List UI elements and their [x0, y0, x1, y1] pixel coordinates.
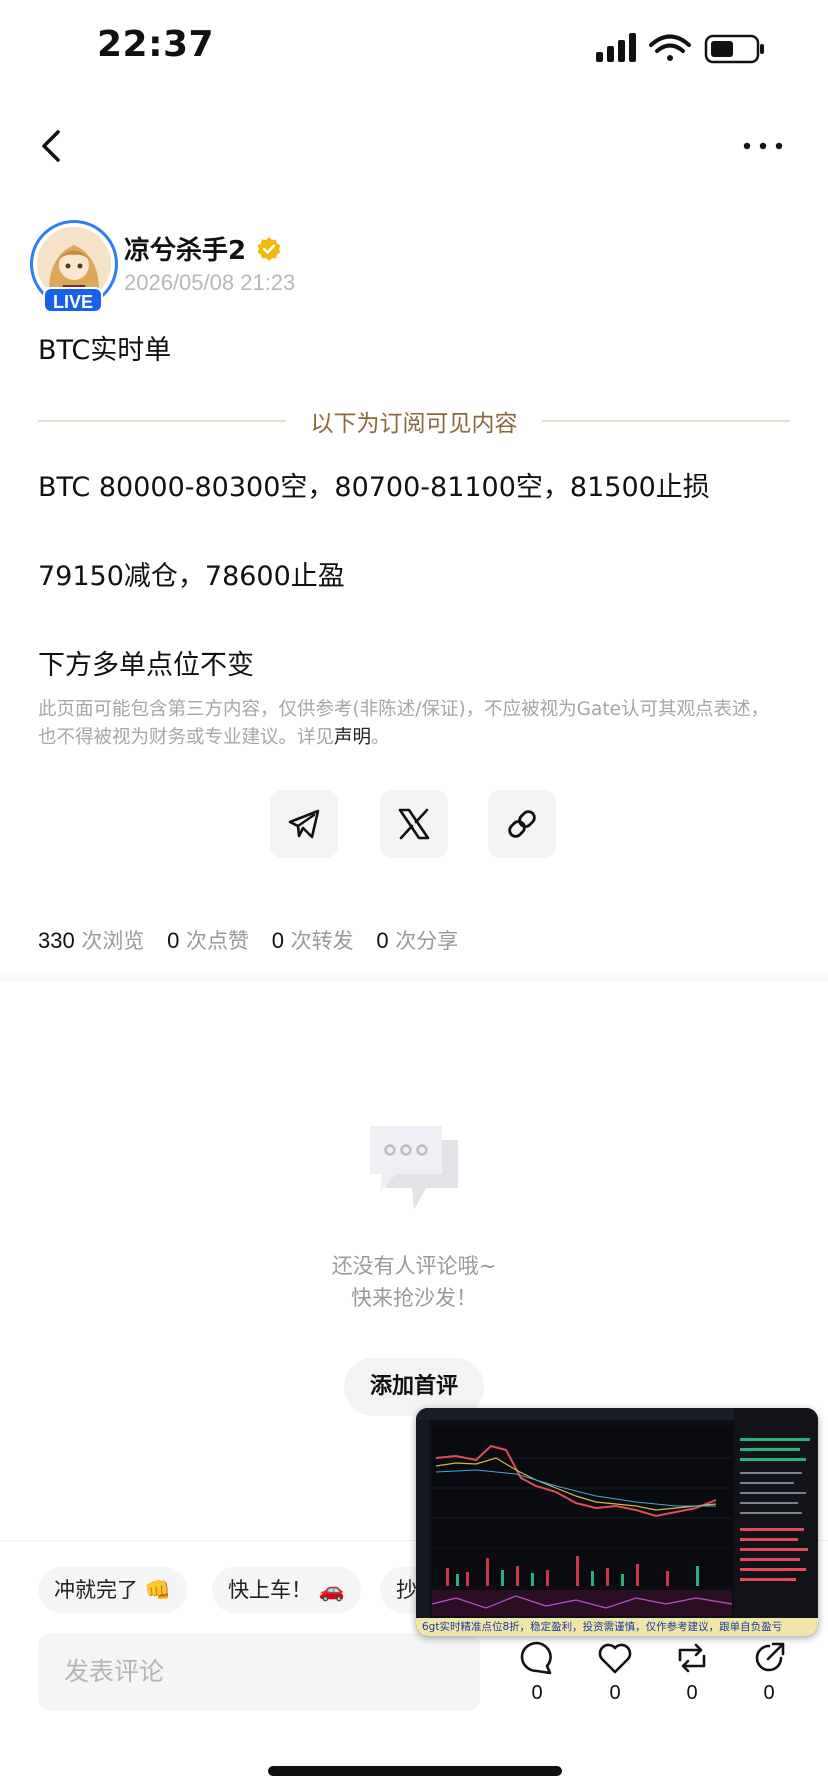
back-button[interactable]	[30, 120, 78, 172]
x-icon	[398, 808, 430, 840]
verified-badge-icon	[257, 237, 281, 261]
trading-chart-video	[416, 1408, 818, 1618]
share-x-button[interactable]	[380, 790, 448, 858]
post-body-line: 下方多单点位不变	[38, 650, 254, 681]
disclaimer-text: 此页面可能包含第三方内容，仅供参考(非陈述/保证)，不应被视为Gate认可其观点…	[38, 699, 769, 748]
disclaimer: 此页面可能包含第三方内容，仅供参考(非陈述/保证)，不应被视为Gate认可其观点…	[38, 696, 778, 752]
empty-comments-text: 还没有人评论哦~	[331, 1254, 497, 1278]
disclaimer-link[interactable]: 声明	[334, 727, 371, 748]
share-telegram-button[interactable]	[270, 790, 338, 858]
share-action[interactable]: 0	[744, 1640, 794, 1705]
views-count: 330	[38, 928, 75, 953]
likes-label: 次点赞	[186, 929, 250, 953]
more-dots-icon	[743, 142, 783, 150]
signal-icon	[596, 33, 636, 62]
quick-reply-chip[interactable]: 冲就完了 👊	[38, 1567, 187, 1613]
back-arrow-icon	[42, 130, 60, 162]
live-badge: LIVE	[43, 287, 103, 313]
repost-icon	[678, 1643, 706, 1673]
disclaimer-end: 。	[371, 727, 390, 748]
post-timestamp: 2026/05/08 21:23	[124, 270, 296, 295]
author-name[interactable]: 凉兮杀手2	[124, 230, 246, 267]
repost-action[interactable]: 0	[667, 1640, 717, 1705]
views-label: 次浏览	[81, 929, 145, 953]
repost-count: 0	[686, 1682, 698, 1704]
link-icon	[508, 810, 536, 838]
battery-icon	[704, 34, 764, 64]
comment-input[interactable]: 发表评论	[38, 1633, 480, 1711]
status-time: 22:37	[97, 24, 215, 65]
post-stats: 330 次浏览 0 次点赞 0 次转发 0 次分享	[38, 925, 458, 955]
home-indicator	[268, 1766, 562, 1776]
post-body-line: BTC 80000-80300空，80700-81100空，81500止损	[38, 472, 710, 503]
empty-comments-subtext: 快来抢沙发！	[351, 1286, 477, 1310]
comment-icon	[520, 1641, 552, 1675]
quick-reply-chip[interactable]: 快上车！ 🚗	[212, 1567, 361, 1613]
like-action[interactable]: 0	[590, 1640, 640, 1705]
heart-icon	[598, 1643, 632, 1674]
shares-count: 0	[376, 928, 389, 953]
copy-link-button[interactable]	[488, 790, 556, 858]
share-count: 0	[763, 1682, 775, 1704]
section-separator	[0, 972, 828, 982]
like-count: 0	[609, 1682, 621, 1704]
empty-comments-icon	[370, 1126, 458, 1210]
shares-label: 次分享	[395, 929, 459, 953]
status-icons	[596, 33, 764, 64]
video-caption: 6gt实时精准点位8折，稳定盈利，投资需谨慎，仅作参考建议，跟单自负盈亏	[416, 1618, 818, 1636]
floating-video-player[interactable]: 6gt实时精准点位8折，稳定盈利，投资需谨慎，仅作参考建议，跟单自负盈亏	[416, 1408, 818, 1636]
more-button[interactable]	[738, 122, 788, 170]
subscription-divider-label: 以下为订阅可见内容	[310, 411, 518, 437]
wifi-icon	[649, 34, 691, 61]
post-title: BTC实时单	[38, 335, 172, 366]
likes-count: 0	[167, 928, 180, 953]
telegram-icon	[288, 809, 320, 839]
share-icon	[755, 1642, 785, 1672]
comment-action[interactable]: 0	[512, 1640, 562, 1705]
comment-count: 0	[531, 1682, 543, 1704]
post-body-line: 79150减仓，78600止盈	[38, 561, 345, 592]
reposts-label: 次转发	[290, 929, 354, 953]
reposts-count: 0	[271, 928, 284, 953]
